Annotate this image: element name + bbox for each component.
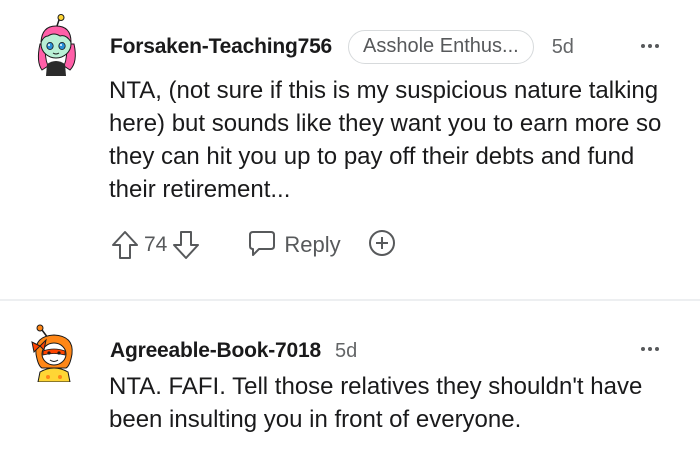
comment: Forsaken-Teaching756 Asshole Enthus... 5…	[0, 0, 700, 299]
comment-body: NTA, (not sure if this is my suspicious …	[109, 77, 662, 203]
username[interactable]: Agreeable-Book-7018	[110, 339, 321, 363]
avatar[interactable]	[30, 14, 82, 76]
comment-actions: 74 Reply	[110, 228, 397, 262]
comment: Agreeable-Book-7018 5d NTA. FAFI. Tell t…	[0, 300, 700, 457]
username[interactable]: Forsaken-Teaching756	[110, 35, 332, 59]
reply-label: Reply	[284, 232, 341, 257]
vote-score: 74	[144, 233, 168, 256]
upvote-arrow-icon[interactable]	[110, 229, 140, 261]
award-button[interactable]	[367, 228, 397, 263]
comment-meta: Agreeable-Book-7018 5d	[110, 336, 357, 366]
timestamp[interactable]: 5d	[335, 340, 357, 363]
user-flair: Asshole Enthus...	[348, 30, 534, 64]
plus-circle-icon	[367, 228, 397, 263]
timestamp[interactable]: 5d	[552, 36, 574, 59]
speech-bubble-icon	[247, 228, 277, 263]
more-dots-icon[interactable]	[641, 347, 659, 351]
more-dots-icon[interactable]	[641, 44, 659, 48]
avatar[interactable]	[28, 320, 80, 383]
comment-body: NTA. FAFI. Tell those relatives they sho…	[109, 373, 643, 433]
downvote-arrow-icon[interactable]	[171, 229, 201, 261]
comment-meta: Forsaken-Teaching756 Asshole Enthus... 5…	[110, 30, 574, 64]
reply-button[interactable]: Reply	[247, 228, 341, 263]
